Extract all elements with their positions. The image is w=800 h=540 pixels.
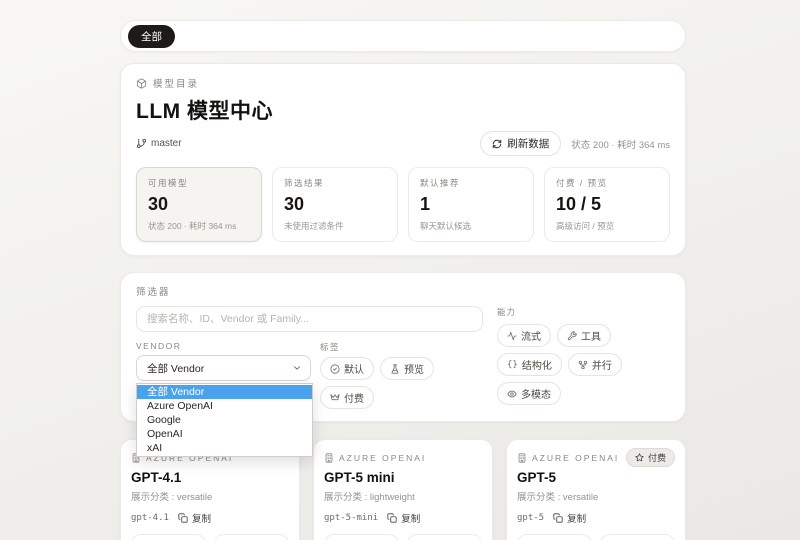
model-category: 展示分类 : versatile xyxy=(131,489,289,503)
refresh-button[interactable]: 刷新数据 xyxy=(480,131,561,156)
stat-paid-preview: 付费 / 预览 10 / 5 高级访问 / 预览 xyxy=(544,167,670,242)
capability-chip-parallel[interactable]: 并行 xyxy=(568,353,622,376)
stat-filter-results: 筛选结果 30 未使用过滤条件 xyxy=(272,167,398,242)
search-input[interactable] xyxy=(136,306,483,332)
refresh-icon xyxy=(492,139,502,149)
model-name: GPT-4.1 xyxy=(131,470,289,485)
building-icon xyxy=(324,453,334,463)
stats-row: 可用模型 30 状态 200 · 耗时 364 ms 筛选结果 30 未使用过滤… xyxy=(136,167,670,242)
model-id: gpt-5-mini xyxy=(324,513,378,523)
model-vendor: AZURE OPENAI xyxy=(324,453,426,463)
git-branch-icon xyxy=(136,138,147,149)
copy-button[interactable]: 复制 xyxy=(553,511,586,525)
vendor-option-openai[interactable]: OpenAI xyxy=(137,427,312,441)
branch-label: master xyxy=(151,138,182,149)
star-icon xyxy=(635,453,644,462)
model-id: gpt-4.1 xyxy=(131,513,169,523)
fork-icon xyxy=(578,360,588,370)
status-text: 状态 200 · 耗时 364 ms xyxy=(571,137,670,151)
tags-group: 标签 默认 xyxy=(320,341,483,409)
filter-card: 筛选器 VENDOR 全部 Vendor xyxy=(120,272,686,422)
stat-default-recommend: 默认推荐 1 聊天默认候选 xyxy=(408,167,534,242)
model-card-gpt-5: AZURE OPENAI 付费 GPT-5 展示分类 : versatile g… xyxy=(506,439,686,540)
model-name: GPT-5 xyxy=(517,470,675,485)
tag-chip-preview[interactable]: 预览 xyxy=(380,357,434,380)
model-card-gpt-5-mini: AZURE OPENAI GPT-5 mini 展示分类 : lightweig… xyxy=(313,439,493,540)
wrench-icon xyxy=(567,331,577,341)
filter-title: 筛选器 xyxy=(136,284,670,298)
page-title: LLM 模型中心 xyxy=(136,95,670,125)
model-name: GPT-5 mini xyxy=(324,470,482,485)
capability-chip-streaming[interactable]: 流式 xyxy=(497,324,551,347)
tag-chip-paid[interactable]: 付费 xyxy=(320,386,374,409)
tags-label: 标签 xyxy=(320,341,483,353)
vendor-dropdown: 全部 Vendor Azure OpenAI Google OpenAI xAI xyxy=(136,383,313,457)
model-vendor: AZURE OPENAI xyxy=(517,453,619,463)
model-category: 展示分类 : versatile xyxy=(517,489,675,503)
field-type: 类型 chat xyxy=(407,534,482,540)
crown-icon xyxy=(330,393,340,403)
paid-badge: 付费 xyxy=(626,448,675,467)
header-card: 模型目录 LLM 模型中心 master 刷新数据 状态 200 · 耗时 36… xyxy=(120,63,686,256)
field-version: 版本 gpt-4.1-2025-... xyxy=(131,534,206,540)
catalog-eyebrow-label: 模型目录 xyxy=(153,76,199,90)
model-category: 展示分类 : lightweight xyxy=(324,489,482,503)
braces-icon: {} xyxy=(507,360,518,370)
capability-chip-tools[interactable]: 工具 xyxy=(557,324,611,347)
branch-badge: master xyxy=(136,138,182,149)
vendor-option-google[interactable]: Google xyxy=(137,413,312,427)
vendor-group: VENDOR 全部 Vendor 全部 Vendor Azure OpenAI xyxy=(136,341,311,409)
vendor-option-xai[interactable]: xAI xyxy=(137,441,312,455)
copy-icon xyxy=(178,513,188,523)
activity-icon xyxy=(507,331,517,341)
field-type: 类型 chat xyxy=(214,534,289,540)
capability-label: 能力 xyxy=(497,306,670,318)
stat-available-models: 可用模型 30 状态 200 · 耗时 364 ms xyxy=(136,167,262,242)
top-filter-bar: 全部 xyxy=(120,20,686,52)
capability-chip-multimodal[interactable]: 多模态 xyxy=(497,382,561,405)
field-version: 版本 gpt-5 xyxy=(517,534,592,540)
package-icon xyxy=(136,78,147,89)
copy-button[interactable]: 复制 xyxy=(178,511,211,525)
tag-chip-default[interactable]: 默认 xyxy=(320,357,374,380)
field-version: 版本 gpt-5-mini xyxy=(324,534,399,540)
chevron-down-icon xyxy=(292,363,302,373)
vendor-select[interactable]: 全部 Vendor xyxy=(136,355,311,381)
field-type: 类型 chat xyxy=(600,534,675,540)
copy-button[interactable]: 复制 xyxy=(387,511,420,525)
flask-icon xyxy=(390,364,400,374)
building-icon xyxy=(517,453,527,463)
circle-check-icon xyxy=(330,364,340,374)
capability-chip-structured[interactable]: {} 结构化 xyxy=(497,353,562,376)
vendor-label: VENDOR xyxy=(136,341,311,351)
vendor-option-azure-openai[interactable]: Azure OpenAI xyxy=(137,399,312,413)
catalog-eyebrow: 模型目录 xyxy=(136,76,670,90)
copy-icon xyxy=(553,513,563,523)
filter-all-pill[interactable]: 全部 xyxy=(128,25,175,48)
eye-icon xyxy=(507,389,517,399)
vendor-option-all[interactable]: 全部 Vendor xyxy=(137,385,312,399)
model-id: gpt-5 xyxy=(517,513,544,523)
page-content: 全部 模型目录 LLM 模型中心 master 刷新数据 xyxy=(120,0,686,540)
copy-icon xyxy=(387,513,397,523)
